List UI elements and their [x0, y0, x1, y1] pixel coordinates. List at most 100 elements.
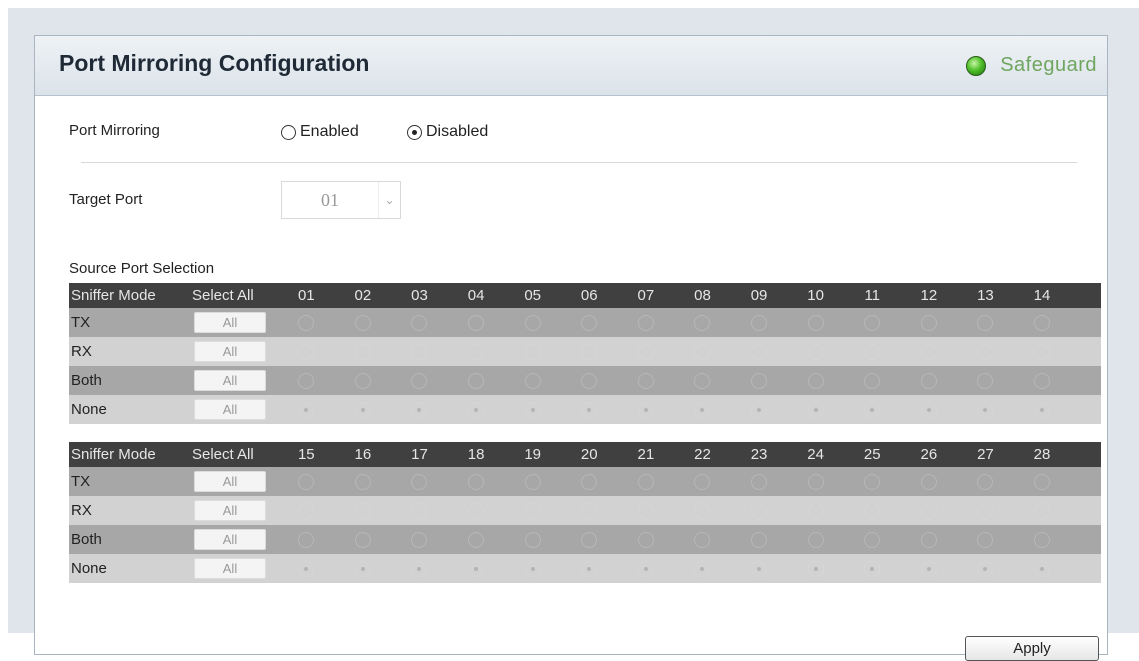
- port-radio[interactable]: [864, 502, 881, 519]
- port-radio[interactable]: [581, 502, 598, 519]
- port-mirroring-enabled-option[interactable]: Enabled: [281, 123, 359, 141]
- select-all-button[interactable]: All: [194, 312, 266, 333]
- port-radio[interactable]: [920, 343, 937, 360]
- port-radio[interactable]: [1034, 473, 1051, 490]
- port-radio[interactable]: [411, 560, 428, 577]
- port-radio[interactable]: [751, 560, 768, 577]
- port-radio[interactable]: [468, 473, 485, 490]
- port-radio[interactable]: [411, 401, 428, 418]
- port-radio[interactable]: [468, 401, 485, 418]
- port-radio[interactable]: [298, 473, 315, 490]
- port-radio[interactable]: [807, 502, 824, 519]
- port-radio[interactable]: [298, 372, 315, 389]
- port-radio[interactable]: [637, 401, 654, 418]
- port-radio[interactable]: [977, 401, 994, 418]
- select-all-button[interactable]: All: [194, 471, 266, 492]
- port-radio[interactable]: [977, 343, 994, 360]
- port-radio[interactable]: [864, 314, 881, 331]
- target-port-select[interactable]: 01 ⌄: [281, 181, 401, 219]
- port-radio[interactable]: [807, 343, 824, 360]
- select-all-button[interactable]: All: [194, 399, 266, 420]
- port-radio[interactable]: [411, 314, 428, 331]
- port-radio[interactable]: [581, 531, 598, 548]
- port-radio[interactable]: [977, 473, 994, 490]
- port-radio[interactable]: [920, 502, 937, 519]
- port-radio[interactable]: [524, 560, 541, 577]
- port-radio[interactable]: [637, 372, 654, 389]
- port-radio[interactable]: [1034, 502, 1051, 519]
- port-radio[interactable]: [468, 531, 485, 548]
- port-radio[interactable]: [920, 560, 937, 577]
- port-radio[interactable]: [864, 401, 881, 418]
- port-radio[interactable]: [354, 372, 371, 389]
- radio-disabled[interactable]: [407, 124, 422, 140]
- port-radio[interactable]: [807, 531, 824, 548]
- port-radio[interactable]: [354, 502, 371, 519]
- port-radio[interactable]: [694, 314, 711, 331]
- port-radio[interactable]: [468, 372, 485, 389]
- port-radio[interactable]: [751, 502, 768, 519]
- port-radio[interactable]: [920, 372, 937, 389]
- select-all-button[interactable]: All: [194, 558, 266, 579]
- port-radio[interactable]: [637, 473, 654, 490]
- port-radio[interactable]: [354, 401, 371, 418]
- port-radio[interactable]: [694, 473, 711, 490]
- port-radio[interactable]: [298, 401, 315, 418]
- port-radio[interactable]: [298, 314, 315, 331]
- port-radio[interactable]: [581, 372, 598, 389]
- port-radio[interactable]: [524, 401, 541, 418]
- port-radio[interactable]: [468, 502, 485, 519]
- port-radio[interactable]: [1034, 343, 1051, 360]
- port-radio[interactable]: [694, 531, 711, 548]
- port-radio[interactable]: [751, 473, 768, 490]
- select-all-button[interactable]: All: [194, 500, 266, 521]
- port-radio[interactable]: [1034, 372, 1051, 389]
- port-radio[interactable]: [864, 473, 881, 490]
- port-radio[interactable]: [354, 560, 371, 577]
- port-radio[interactable]: [1034, 401, 1051, 418]
- port-radio[interactable]: [807, 314, 824, 331]
- port-radio[interactable]: [298, 531, 315, 548]
- port-radio[interactable]: [581, 473, 598, 490]
- port-radio[interactable]: [1034, 531, 1051, 548]
- port-radio[interactable]: [694, 343, 711, 360]
- select-all-button[interactable]: All: [194, 529, 266, 550]
- port-radio[interactable]: [694, 372, 711, 389]
- radio-enabled[interactable]: [281, 124, 296, 140]
- port-radio[interactable]: [468, 314, 485, 331]
- port-radio[interactable]: [807, 560, 824, 577]
- port-radio[interactable]: [807, 473, 824, 490]
- port-radio[interactable]: [411, 531, 428, 548]
- port-radio[interactable]: [298, 560, 315, 577]
- port-mirroring-disabled-option[interactable]: Disabled: [407, 123, 488, 141]
- port-radio[interactable]: [298, 502, 315, 519]
- select-all-button[interactable]: All: [194, 341, 266, 362]
- port-radio[interactable]: [637, 343, 654, 360]
- port-radio[interactable]: [864, 343, 881, 360]
- port-radio[interactable]: [354, 473, 371, 490]
- port-radio[interactable]: [977, 531, 994, 548]
- port-radio[interactable]: [581, 560, 598, 577]
- port-radio[interactable]: [354, 314, 371, 331]
- port-radio[interactable]: [751, 531, 768, 548]
- port-radio[interactable]: [581, 401, 598, 418]
- port-radio[interactable]: [807, 401, 824, 418]
- port-radio[interactable]: [468, 560, 485, 577]
- port-radio[interactable]: [864, 560, 881, 577]
- chevron-down-icon[interactable]: ⌄: [378, 182, 400, 218]
- port-radio[interactable]: [524, 531, 541, 548]
- port-radio[interactable]: [864, 372, 881, 389]
- port-radio[interactable]: [298, 343, 315, 360]
- select-all-button[interactable]: All: [194, 370, 266, 391]
- port-radio[interactable]: [751, 401, 768, 418]
- port-radio[interactable]: [524, 473, 541, 490]
- port-radio[interactable]: [411, 473, 428, 490]
- port-radio[interactable]: [920, 314, 937, 331]
- port-radio[interactable]: [637, 560, 654, 577]
- port-radio[interactable]: [694, 560, 711, 577]
- apply-button[interactable]: Apply: [965, 636, 1099, 661]
- port-radio[interactable]: [807, 372, 824, 389]
- port-radio[interactable]: [581, 314, 598, 331]
- port-radio[interactable]: [354, 343, 371, 360]
- port-radio[interactable]: [864, 531, 881, 548]
